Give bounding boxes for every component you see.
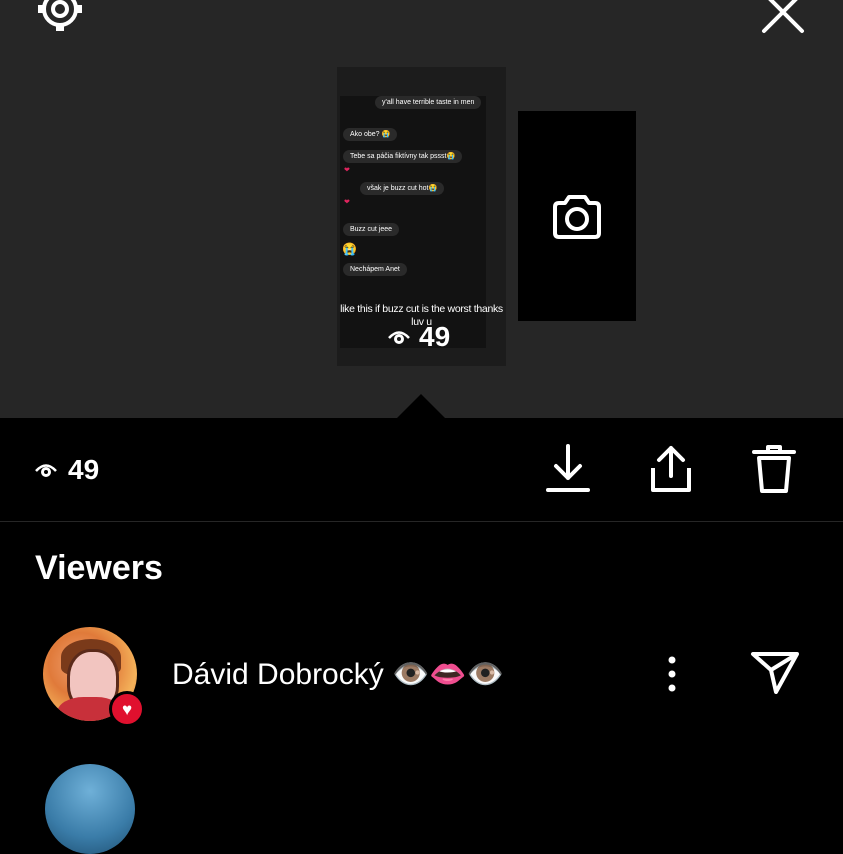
chat-message: Tebe sa páčia fiktívny tak pssst😭 [343,150,463,163]
download-icon [546,444,590,492]
viewers-heading: Viewers [35,549,163,587]
total-views[interactable]: 49 [34,454,99,486]
chat-message: y'all have terrible taste in men [375,96,482,109]
avatar[interactable] [45,764,135,854]
chat-message: však je buzz cut hot😭 [360,182,445,195]
add-story-card[interactable] [518,111,636,321]
share-button[interactable] [648,444,694,494]
eye-icon [388,331,410,344]
download-button[interactable] [545,444,591,494]
views-number: 49 [68,454,100,485]
close-icon[interactable] [760,0,806,33]
eye-icon [35,464,57,477]
viewer-row[interactable]: ♥ Dávid Dobrocký 👁️👄👁️ [0,625,843,727]
chat-message: Nechápem Anet [343,263,407,276]
send-icon [751,652,799,694]
heart-reaction-icon: ❤ [344,199,350,206]
delete-button[interactable] [751,444,797,494]
chat-message: Ako obe? 😭 [343,128,398,141]
send-message-button[interactable] [748,649,802,695]
story-view-count: 49 [387,321,450,353]
camera-icon [553,195,601,239]
story-action-bar: 49 [0,418,843,522]
viewer-name[interactable]: Dávid Dobrocký 👁️👄👁️ [172,657,504,692]
more-vertical-icon [668,656,676,692]
trash-icon [752,445,796,493]
story-thumbnail[interactable]: y'all have terrible taste in men Ako obe… [337,67,506,366]
share-icon [651,446,691,492]
view-count-number: 49 [419,321,451,352]
chat-message: Buzz cut jeee [343,223,400,236]
heart-like-badge-icon: ♥ [109,691,145,727]
settings-gear-icon[interactable] [34,0,86,32]
selection-pointer [397,394,445,418]
heart-reaction-icon: ❤ [344,167,350,174]
crying-emoji: 😭 [342,242,357,256]
more-options-button[interactable] [660,653,684,695]
story-preview-area: y'all have terrible taste in men Ako obe… [0,0,843,418]
